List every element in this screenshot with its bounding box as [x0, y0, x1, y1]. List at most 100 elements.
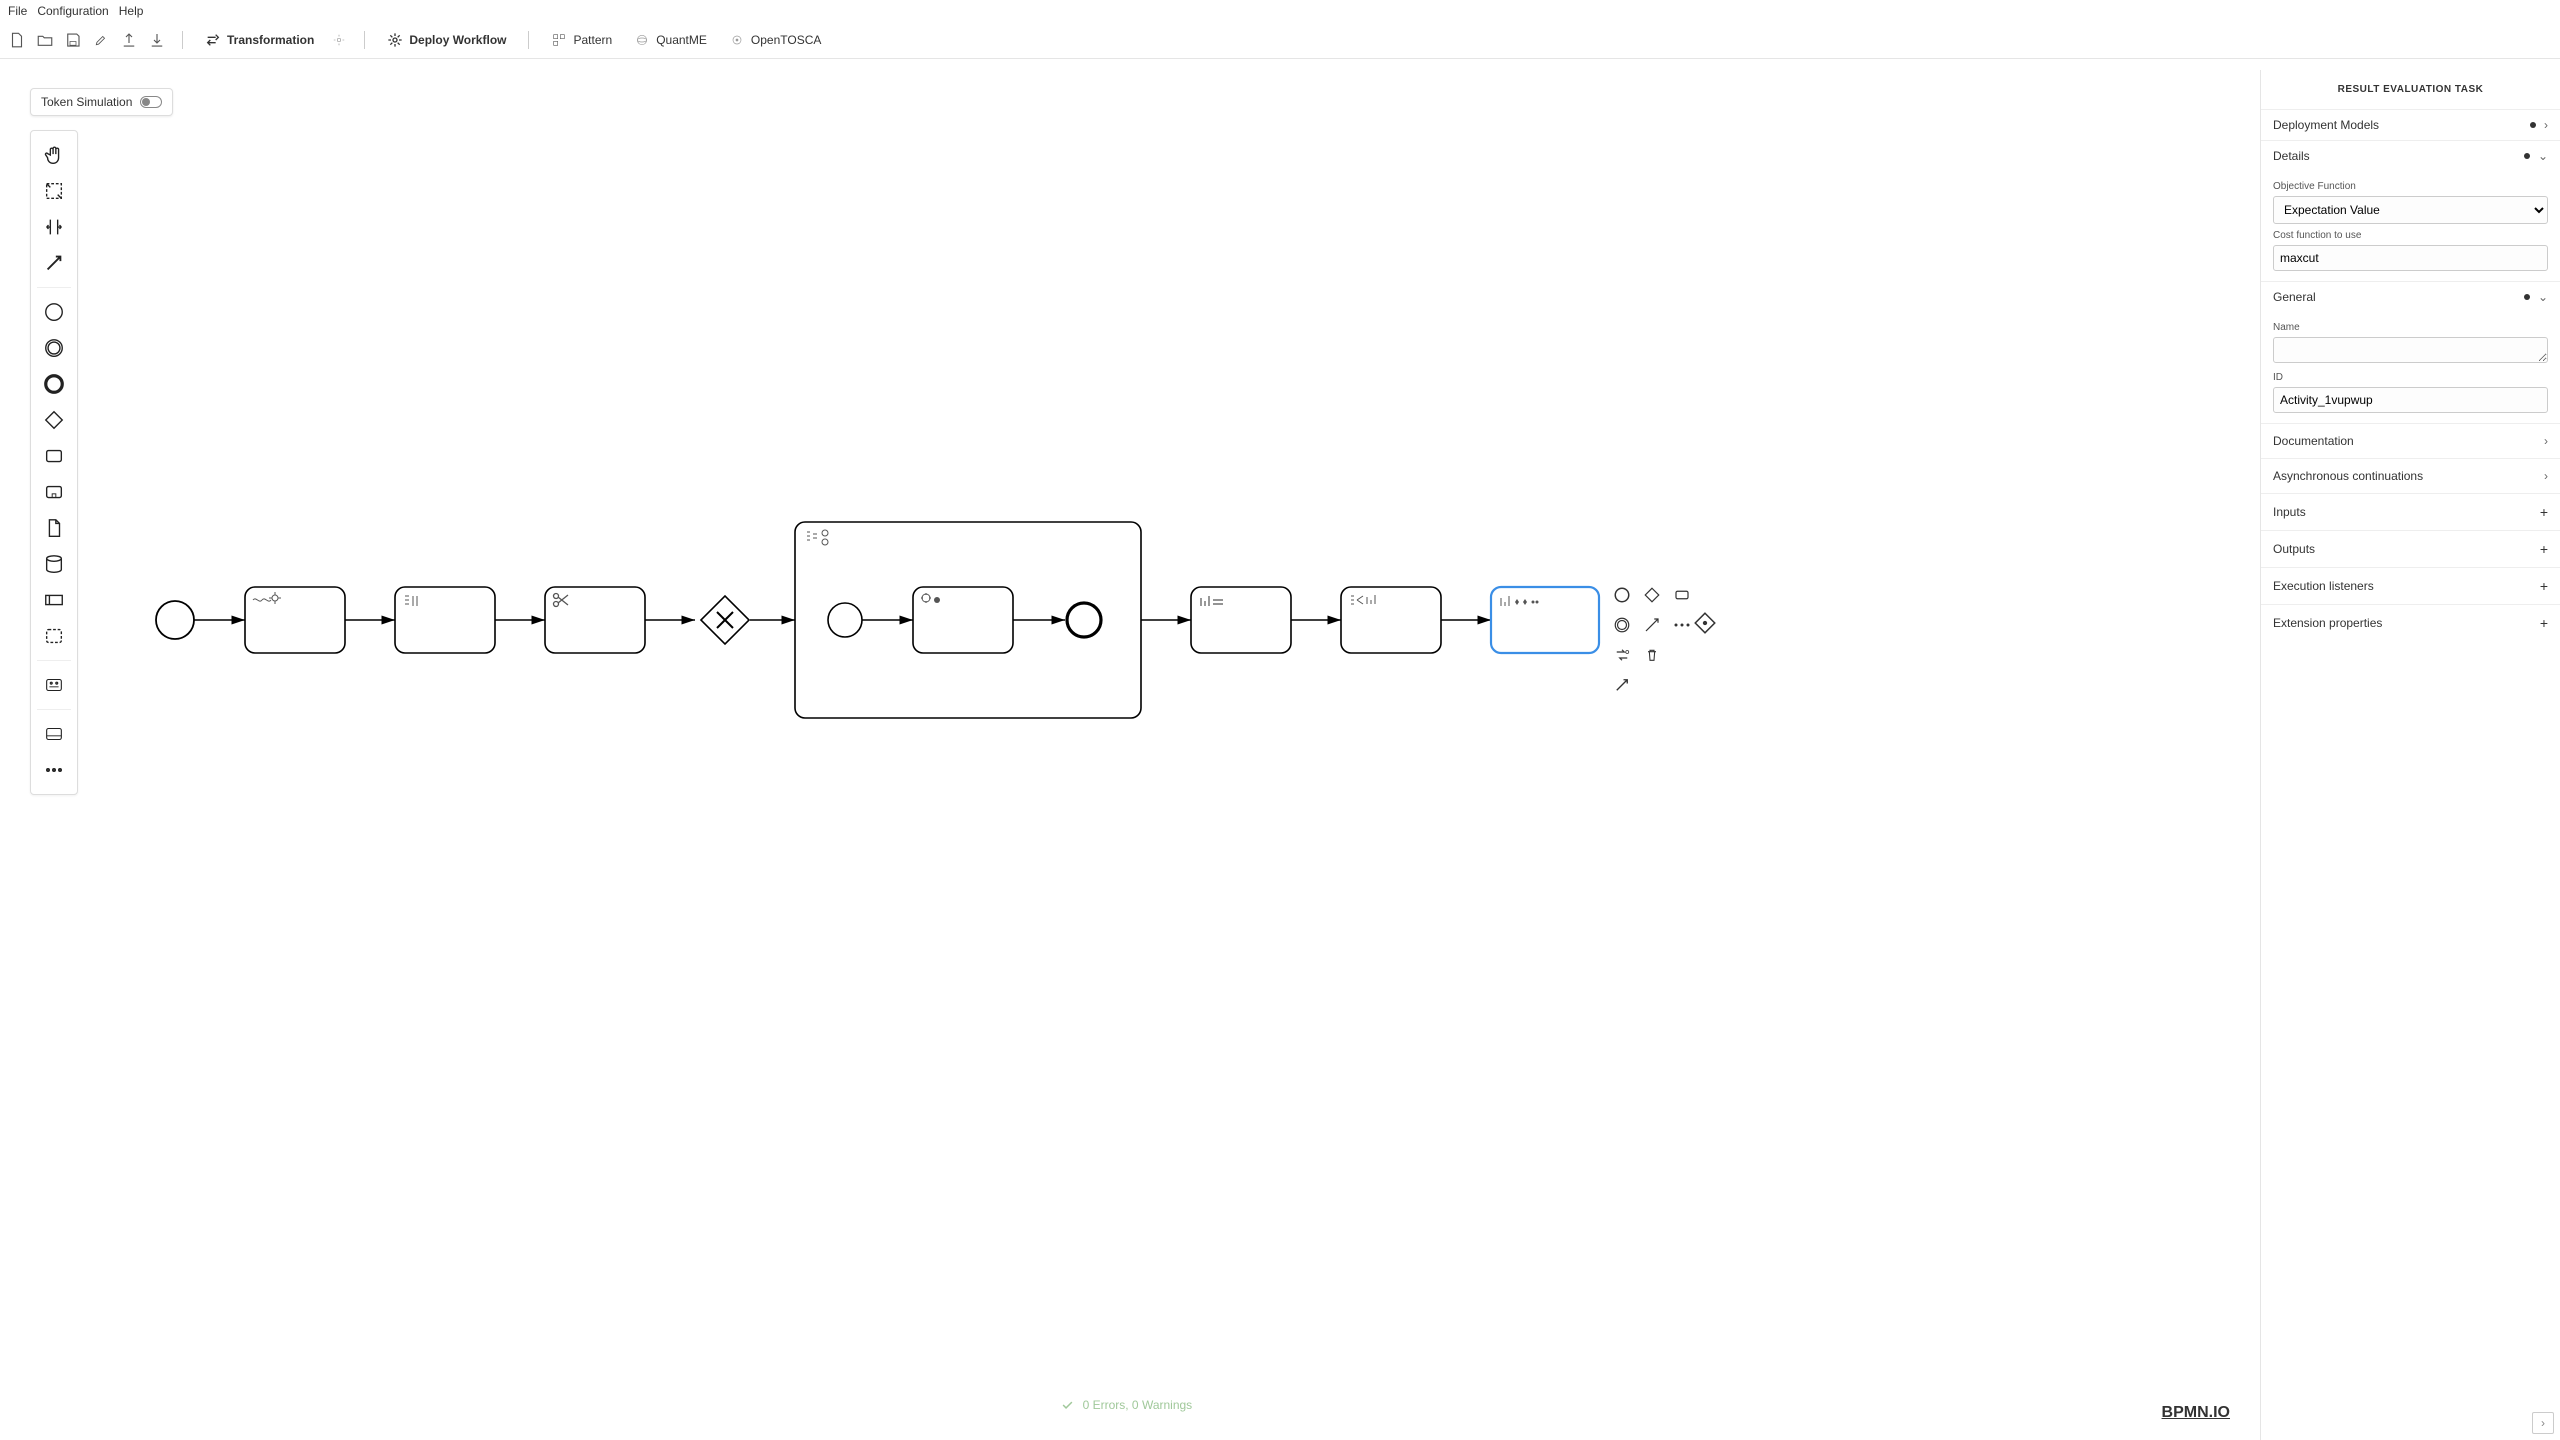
start-event-tool[interactable] — [31, 294, 77, 330]
opentosca-button-label: OpenTOSCA — [751, 33, 821, 47]
quantme-button[interactable]: QuantME — [628, 28, 713, 52]
deploy-workflow-button-label: Deploy Workflow — [409, 33, 506, 47]
hand-tool[interactable] — [31, 137, 77, 173]
upload-icon[interactable] — [120, 31, 138, 49]
separator — [182, 31, 183, 49]
section-outputs[interactable]: Outputs + — [2261, 530, 2560, 567]
objective-function-select[interactable]: Expectation Value — [2273, 196, 2548, 224]
section-indicator-dot — [2530, 122, 2536, 128]
save-icon[interactable] — [64, 31, 82, 49]
ctx-append-gateway[interactable] — [1640, 583, 1664, 607]
transformation-settings-icon[interactable] — [330, 31, 348, 49]
menu-file[interactable]: File — [8, 4, 27, 18]
ctx-append-intermediate-event[interactable] — [1610, 613, 1634, 637]
group-tool[interactable] — [31, 618, 77, 654]
separator — [364, 31, 365, 49]
task-readout[interactable] — [1191, 587, 1291, 653]
ctx-more[interactable] — [1670, 613, 1694, 637]
section-details[interactable]: Details ⌄ — [2261, 141, 2560, 171]
data-store-tool[interactable] — [31, 546, 77, 582]
end-event-tool[interactable] — [31, 366, 77, 402]
lasso-tool[interactable] — [31, 173, 77, 209]
menu-configuration[interactable]: Configuration — [37, 4, 108, 18]
edit-icon[interactable] — [92, 31, 110, 49]
task-params[interactable] — [395, 587, 495, 653]
task-result-combine[interactable] — [1341, 587, 1441, 653]
add-listener-icon[interactable]: + — [2540, 578, 2548, 594]
section-inputs[interactable]: Inputs + — [2261, 493, 2560, 530]
tool-palette — [30, 130, 78, 795]
section-indicator-dot — [2524, 153, 2530, 159]
section-async-continuations[interactable]: Asynchronous continuations › — [2261, 458, 2560, 493]
add-output-icon[interactable]: + — [2540, 541, 2548, 557]
quantme-button-label: QuantME — [656, 33, 707, 47]
ctx-append-task[interactable] — [1670, 583, 1694, 607]
pattern-button[interactable]: Pattern — [545, 28, 618, 52]
id-input[interactable] — [2273, 387, 2548, 413]
id-label: ID — [2273, 372, 2548, 383]
opentosca-button[interactable]: OpenTOSCA — [723, 28, 827, 52]
pattern-palette-tool[interactable] — [31, 716, 77, 752]
subprocess-end-event[interactable] — [1067, 603, 1101, 637]
section-documentation[interactable]: Documentation › — [2261, 423, 2560, 458]
menu-help[interactable]: Help — [119, 4, 144, 18]
check-icon — [1061, 1398, 1075, 1412]
download-icon[interactable] — [148, 31, 166, 49]
name-label: Name — [2273, 322, 2548, 333]
chevron-right-icon: › — [2544, 118, 2548, 132]
status-bar: 0 Errors, 0 Warnings — [1047, 1392, 1207, 1418]
separator — [528, 31, 529, 49]
chevron-down-icon: ⌄ — [2538, 149, 2548, 163]
add-extension-icon[interactable]: + — [2540, 615, 2548, 631]
gateway-tool[interactable] — [31, 402, 77, 438]
more-tools[interactable] — [31, 752, 77, 788]
bpmn-diagram — [135, 430, 1885, 1030]
subprocess-start-event[interactable] — [828, 603, 862, 637]
task-circuit-load[interactable] — [245, 587, 345, 653]
ctx-append-end-event[interactable] — [1610, 583, 1634, 607]
palette-separator — [37, 709, 71, 710]
palette-separator — [37, 660, 71, 661]
start-event[interactable] — [156, 601, 194, 639]
bpmn-io-logo[interactable]: BPMN.IO — [2162, 1404, 2230, 1422]
subprocess-service-task[interactable] — [913, 587, 1013, 653]
new-file-icon[interactable] — [8, 31, 26, 49]
space-tool[interactable] — [31, 209, 77, 245]
section-general[interactable]: General ⌄ — [2261, 282, 2560, 312]
add-input-icon[interactable]: + — [2540, 504, 2548, 520]
ctx-annotate[interactable] — [1640, 613, 1664, 637]
section-indicator-dot — [2524, 294, 2530, 300]
section-deployment-models[interactable]: Deployment Models › — [2261, 110, 2560, 140]
diagram-canvas[interactable] — [0, 70, 2260, 1440]
task-tool[interactable] — [31, 438, 77, 474]
quantme-palette-tool[interactable] — [31, 667, 77, 703]
objective-function-label: Objective Function — [2273, 181, 2548, 192]
section-extension-properties[interactable]: Extension properties + — [2261, 604, 2560, 641]
open-file-icon[interactable] — [36, 31, 54, 49]
task-result-evaluation-selected[interactable] — [1491, 587, 1599, 653]
ctx-delete[interactable] — [1640, 643, 1664, 667]
chevron-down-icon: ⌄ — [2538, 290, 2548, 304]
intermediate-event-tool[interactable] — [31, 330, 77, 366]
ctx-append-gateway-right[interactable] — [1692, 610, 1718, 639]
section-execution-listeners[interactable]: Execution listeners + — [2261, 567, 2560, 604]
context-pad — [1610, 583, 1694, 697]
panel-collapse-toggle[interactable]: › — [2532, 1412, 2554, 1434]
subprocess-tool[interactable] — [31, 474, 77, 510]
panel-title: RESULT EVALUATION TASK — [2261, 70, 2560, 109]
palette-separator — [37, 287, 71, 288]
name-input[interactable] — [2273, 337, 2548, 363]
task-cutting[interactable] — [545, 587, 645, 653]
pool-tool[interactable] — [31, 582, 77, 618]
deploy-workflow-button[interactable]: Deploy Workflow — [381, 28, 512, 52]
exclusive-gateway[interactable] — [701, 596, 749, 644]
chevron-right-icon: › — [2544, 469, 2548, 483]
data-object-tool[interactable] — [31, 510, 77, 546]
transformation-button[interactable]: Transformation — [199, 28, 320, 52]
connect-tool[interactable] — [31, 245, 77, 281]
cost-function-input[interactable] — [2273, 245, 2548, 271]
transformation-button-label: Transformation — [227, 33, 314, 47]
pattern-button-label: Pattern — [573, 33, 612, 47]
ctx-change-type[interactable] — [1610, 643, 1634, 667]
ctx-connect[interactable] — [1610, 673, 1634, 697]
